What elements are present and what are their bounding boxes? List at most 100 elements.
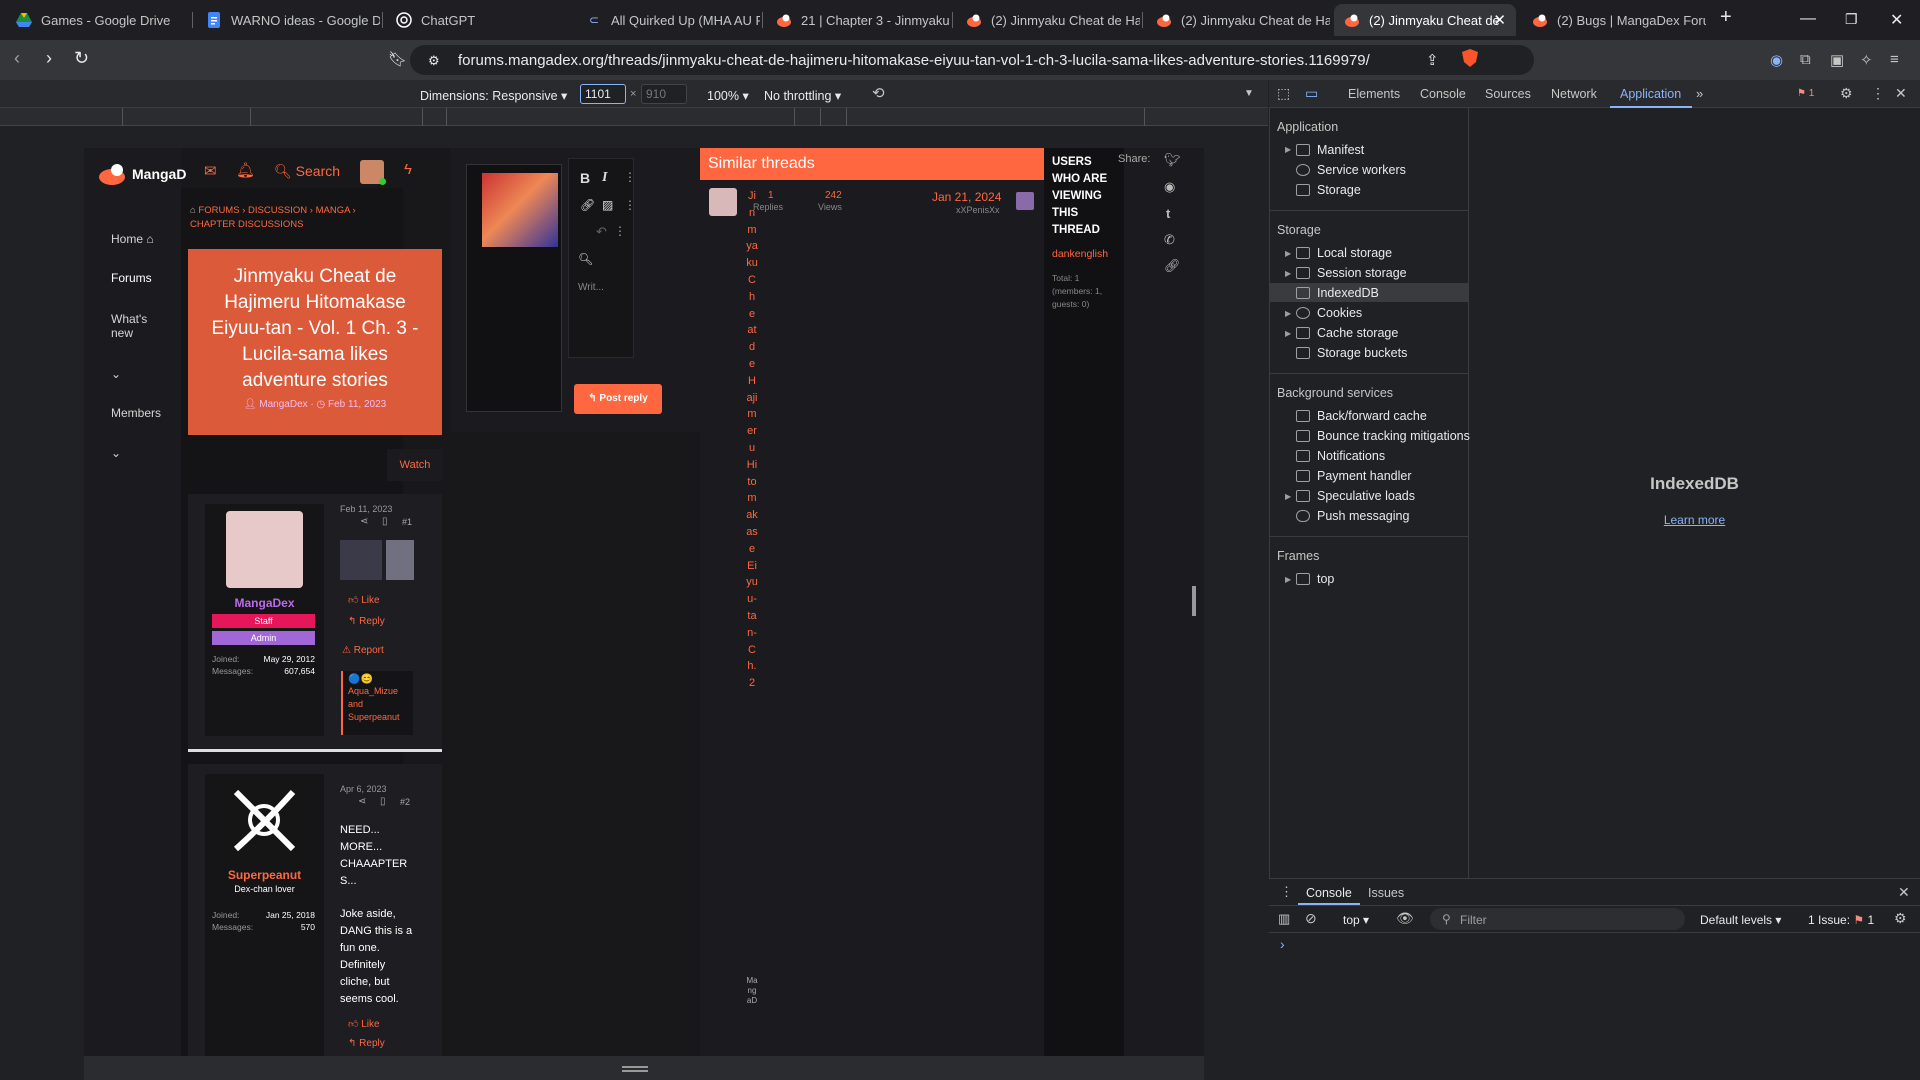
editor-input[interactable]: Writ...: [578, 282, 604, 293]
close-devtools-icon[interactable]: ✕: [1895, 85, 1907, 102]
rotate-icon[interactable]: ⟲: [872, 84, 885, 102]
more-options-icon[interactable]: ⋮: [624, 170, 636, 184]
push-messaging-item[interactable]: Push messaging: [1296, 509, 1409, 523]
post-image-thumb[interactable]: [386, 540, 414, 580]
twitter-icon[interactable]: 🐦︎: [1164, 152, 1181, 168]
notifications-item[interactable]: Notifications: [1296, 449, 1385, 463]
bookmark-icon[interactable]: 🔖︎: [388, 50, 407, 68]
local-storage-item[interactable]: Local storage: [1296, 246, 1392, 260]
session-storage-item[interactable]: Session storage: [1296, 266, 1407, 280]
reactors-list[interactable]: Aqua_Mizue and Superpeanut: [343, 685, 413, 724]
cookies-item[interactable]: Cookies: [1296, 306, 1362, 320]
nav-members[interactable]: Members: [111, 406, 161, 420]
levels-dropdown[interactable]: Default levels ▾: [1700, 913, 1781, 927]
report-button[interactable]: ⚠ Report: [342, 645, 384, 656]
post-1-number[interactable]: #1: [402, 517, 412, 527]
tab-elements[interactable]: Elements: [1348, 87, 1400, 101]
preview-icon[interactable]: 🔍︎: [578, 252, 593, 266]
more-options-icon[interactable]: ⋮: [614, 224, 626, 238]
reply-button[interactable]: ↰ Reply: [348, 616, 385, 627]
last-post-date[interactable]: Jan 21, 2024: [932, 190, 1001, 204]
mail-icon[interactable]: ✉: [204, 162, 217, 180]
share-post-icon[interactable]: ⋖: [360, 516, 368, 527]
viewport-right-handle[interactable]: [1192, 586, 1196, 616]
tab-warno-ideas[interactable]: WARNO ideas - Google Dc: [196, 4, 380, 36]
similar-thread-title[interactable]: JinmyakuCheatdeHajimeruHitomakaseEiyuu-t…: [746, 188, 758, 692]
console-prompt[interactable]: ›: [1280, 936, 1285, 952]
drawer-tab-issues[interactable]: Issues: [1368, 886, 1404, 900]
inspect-icon[interactable]: ⬚: [1277, 85, 1290, 102]
breadcrumb-forums[interactable]: FORUMS: [198, 205, 239, 216]
tab-jinmyaku-1[interactable]: (2) Jinmyaku Cheat de Haj: [956, 4, 1140, 36]
sidebar-toggle-icon[interactable]: ▥: [1278, 911, 1290, 927]
drawer-tab-console[interactable]: Console: [1306, 886, 1352, 900]
restore-icon[interactable]: ❐: [1845, 11, 1858, 28]
back-icon[interactable]: ‹: [14, 48, 20, 69]
search-button[interactable]: 🔍︎ Search: [274, 163, 340, 180]
eye-icon[interactable]: 👁︎: [1396, 910, 1414, 927]
device-toggle-icon[interactable]: ▭: [1305, 85, 1318, 102]
copy-link-icon[interactable]: 🔗︎: [1164, 258, 1181, 274]
reply-button[interactable]: ↰ Reply: [348, 1038, 385, 1049]
bounce-tracking-item[interactable]: Bounce tracking mitigations: [1296, 429, 1470, 443]
more-options-icon[interactable]: ⋮: [624, 198, 636, 212]
breadcrumb-chapter-discussions[interactable]: CHAPTER DISCUSSIONS: [190, 219, 304, 230]
post-1-author[interactable]: MangaDex: [205, 596, 324, 610]
tab-jinmyaku-active[interactable]: (2) Jinmyaku Cheat de ✕: [1334, 4, 1516, 36]
tab-chapter-3[interactable]: 21 | Chapter 3 - Jinmyaku (: [766, 4, 950, 36]
sidebar-icon[interactable]: ▣: [1830, 51, 1844, 69]
tab-bugs[interactable]: (2) Bugs | MangaDex Forur: [1522, 4, 1706, 36]
bolt-icon[interactable]: ϟ: [404, 161, 412, 178]
leo-icon[interactable]: ✧: [1860, 51, 1873, 69]
issues-summary[interactable]: 1 Issue: ⚑ 1: [1808, 913, 1874, 927]
breadcrumb-manga[interactable]: MANGA: [316, 205, 350, 216]
like-button[interactable]: 👍︎ Like: [348, 1018, 380, 1030]
cache-storage-item[interactable]: Cache storage: [1296, 326, 1398, 340]
clear-console-icon[interactable]: ⊘: [1305, 910, 1317, 927]
post-2-author[interactable]: Superpeanut: [205, 868, 324, 882]
nav-expand-icon[interactable]: ⌄: [111, 367, 121, 381]
frame-top-item[interactable]: top: [1296, 572, 1334, 586]
share-page-icon[interactable]: ⇪: [1426, 51, 1439, 69]
last-poster[interactable]: xXPenisXx: [956, 205, 1000, 215]
watch-button[interactable]: Watch: [387, 449, 443, 481]
nav-forums[interactable]: Forums: [111, 271, 152, 285]
devtools-menu-icon[interactable]: ⋮: [1871, 85, 1885, 102]
tab-network[interactable]: Network: [1551, 87, 1597, 101]
settings-icon[interactable]: ⚙: [1840, 85, 1853, 102]
brave-shield-icon[interactable]: [1462, 49, 1478, 70]
post-2-number[interactable]: #2: [400, 797, 410, 807]
nav-expand-icon[interactable]: ⌄: [111, 446, 121, 460]
site-logo[interactable]: MangaD: [98, 162, 186, 186]
post-image-thumb[interactable]: [340, 540, 382, 580]
more-tabs-icon[interactable]: »: [1696, 86, 1703, 101]
service-workers-item[interactable]: Service workers: [1296, 163, 1406, 177]
image-icon[interactable]: ▨: [602, 198, 613, 212]
issues-badge[interactable]: ⚑ 1: [1797, 88, 1814, 99]
speculative-loads-item[interactable]: Speculative loads: [1296, 489, 1415, 503]
menu-icon[interactable]: ≡: [1890, 51, 1899, 68]
bell-icon[interactable]: 🔔︎: [236, 161, 255, 179]
tab-google-drive[interactable]: Games - Google Drive: [6, 4, 190, 36]
bfcache-item[interactable]: Back/forward cache: [1296, 409, 1427, 423]
close-tab-icon[interactable]: ✕: [1493, 11, 1506, 29]
tumblr-icon[interactable]: t: [1166, 206, 1170, 221]
storage-item[interactable]: Storage: [1296, 183, 1361, 197]
width-input[interactable]: 1101: [580, 84, 626, 104]
reddit-icon[interactable]: ◉: [1164, 179, 1175, 195]
bookmark-post-icon[interactable]: ▯: [380, 796, 386, 807]
reload-icon[interactable]: ↻: [74, 48, 89, 69]
tab-application[interactable]: Application: [1620, 87, 1681, 101]
indexeddb-item[interactable]: IndexedDB: [1296, 286, 1379, 300]
mangadex-avatar[interactable]: [226, 511, 303, 588]
last-poster-avatar[interactable]: [1016, 192, 1034, 210]
user-avatar-image[interactable]: [482, 173, 558, 247]
forward-icon[interactable]: ›: [46, 48, 52, 69]
superpeanut-avatar[interactable]: [226, 782, 303, 859]
zoom-dropdown[interactable]: 100% ▾: [707, 88, 749, 103]
whatsapp-icon[interactable]: ✆: [1164, 232, 1175, 248]
bookmark-post-icon[interactable]: ▯: [382, 516, 388, 527]
context-dropdown[interactable]: top ▾: [1343, 913, 1369, 927]
drag-handle-icon[interactable]: [622, 1066, 648, 1068]
site-settings-icon[interactable]: ⚙: [428, 53, 440, 69]
